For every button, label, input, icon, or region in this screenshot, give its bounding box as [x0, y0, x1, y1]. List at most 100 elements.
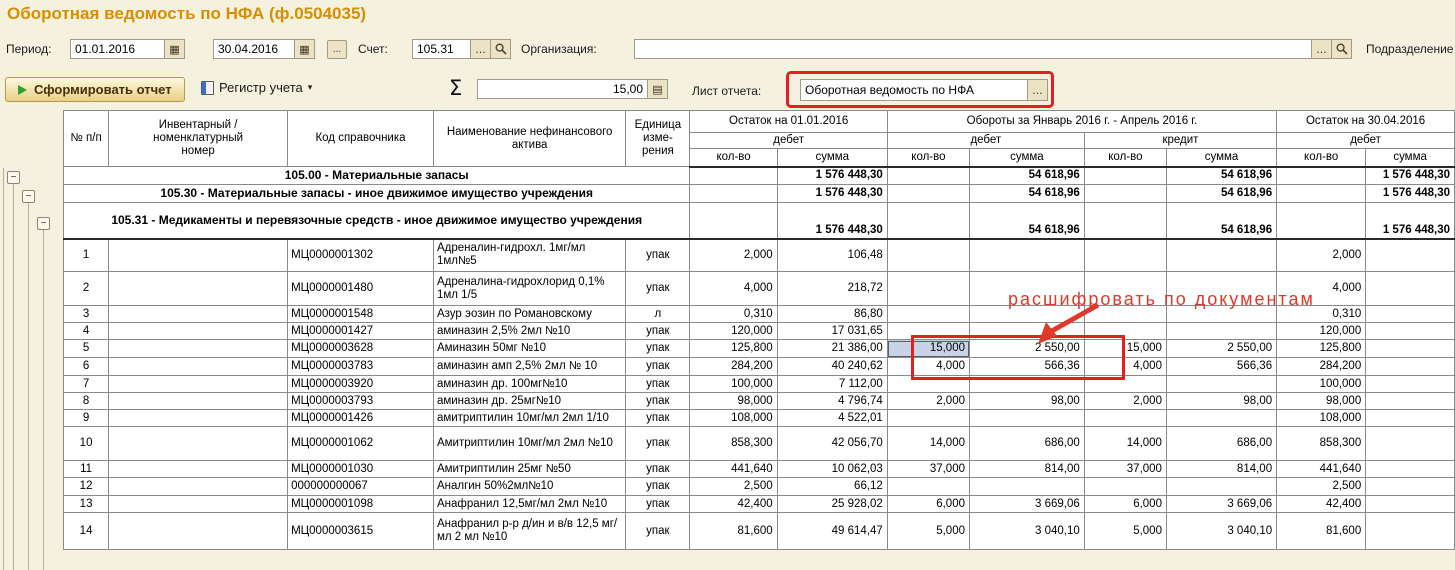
- cell-debit_qty[interactable]: [887, 323, 969, 340]
- cell-debit_qty[interactable]: 37,000: [887, 461, 969, 478]
- cell-num[interactable]: 6: [64, 358, 109, 376]
- cell-code[interactable]: МЦ0000001098: [288, 496, 434, 513]
- period-to-input[interactable]: [214, 40, 294, 58]
- cell-closing_sum[interactable]: [1366, 272, 1455, 306]
- cell-name[interactable]: аминазин амп 2,5% 2мл № 10: [433, 358, 625, 376]
- cell-opening_qty[interactable]: 42,400: [690, 496, 777, 513]
- col-header-sum[interactable]: сумма: [1366, 149, 1455, 167]
- cell-inventory[interactable]: [109, 358, 288, 376]
- search-icon[interactable]: [490, 40, 510, 58]
- cell-credit_qty[interactable]: 15,000: [1084, 340, 1166, 358]
- col-header-sum[interactable]: сумма: [970, 149, 1085, 167]
- collapse-icon[interactable]: −: [37, 217, 50, 230]
- cell-name[interactable]: аминазин 2,5% 2мл №10: [433, 323, 625, 340]
- group-empty-cell[interactable]: [690, 167, 777, 185]
- cell-opening_qty[interactable]: 98,000: [690, 393, 777, 410]
- group-row[interactable]: 105.31 - Медикаменты и перевязочные сред…: [64, 203, 1455, 239]
- cell-num[interactable]: 3: [64, 306, 109, 323]
- cell-closing_qty[interactable]: 2,500: [1277, 478, 1366, 496]
- cell-credit_sum[interactable]: 566,36: [1166, 358, 1276, 376]
- table-row[interactable]: 12000000000067Аналгин 50%2мл№10упак2,500…: [64, 478, 1455, 496]
- col-header-unit[interactable]: Единица изме- рения: [626, 111, 690, 167]
- cell-opening_sum[interactable]: 17 031,65: [777, 323, 887, 340]
- cell-opening_qty[interactable]: 2,000: [690, 239, 777, 272]
- cell-opening_sum[interactable]: 86,80: [777, 306, 887, 323]
- table-row[interactable]: 11МЦ0000001030Амитриптилин 25мг №50упак4…: [64, 461, 1455, 478]
- cell-opening_sum[interactable]: 40 240,62: [777, 358, 887, 376]
- cell-opening_sum[interactable]: 7 112,00: [777, 376, 887, 393]
- cell-debit_qty[interactable]: 2,000: [887, 393, 969, 410]
- cell-code[interactable]: МЦ0000003628: [288, 340, 434, 358]
- cell-num[interactable]: 10: [64, 427, 109, 461]
- col-header-inventory[interactable]: Инвентарный / номенклатурный номер: [109, 111, 288, 167]
- group-closing_sum-cell[interactable]: 1 576 448,30: [1366, 203, 1455, 239]
- cell-opening_sum[interactable]: 4 522,01: [777, 410, 887, 427]
- table-row[interactable]: 1МЦ0000001302Адреналин-гидрохл. 1мг/мл 1…: [64, 239, 1455, 272]
- cell-debit_sum[interactable]: [970, 478, 1085, 496]
- cell-unit[interactable]: упак: [626, 427, 690, 461]
- cell-debit_sum[interactable]: [970, 376, 1085, 393]
- cell-debit_sum[interactable]: 814,00: [970, 461, 1085, 478]
- period-ellipsis-button[interactable]: ...: [327, 40, 347, 59]
- organization-input[interactable]: [635, 40, 1311, 58]
- cell-credit_sum[interactable]: 814,00: [1166, 461, 1276, 478]
- cell-debit_qty[interactable]: [887, 410, 969, 427]
- cell-credit_qty[interactable]: [1084, 410, 1166, 427]
- table-row[interactable]: 14МЦ0000003615Анафранил р-р д/ин и в/в 1…: [64, 513, 1455, 550]
- table-row[interactable]: 10МЦ0000001062Амитриптилин 10мг/мл 2мл №…: [64, 427, 1455, 461]
- cell-name[interactable]: Адреналин-гидрохл. 1мг/мл 1мл№5: [433, 239, 625, 272]
- sheet-ellipsis-button[interactable]: ...: [1027, 80, 1047, 100]
- cell-code[interactable]: МЦ0000001062: [288, 427, 434, 461]
- col-header-num[interactable]: № п/п: [64, 111, 109, 167]
- col-header-qty[interactable]: кол-во: [690, 149, 777, 167]
- cell-closing_sum[interactable]: [1366, 461, 1455, 478]
- group-credit_sum-cell[interactable]: 54 618,96: [1166, 203, 1276, 239]
- cell-name[interactable]: Азур эозин по Романовскому: [433, 306, 625, 323]
- collapse-icon[interactable]: −: [22, 190, 35, 203]
- cell-debit_qty[interactable]: 14,000: [887, 427, 969, 461]
- cell-name[interactable]: Адреналина-гидрохлорид 0,1% 1мл 1/5: [433, 272, 625, 306]
- cell-code[interactable]: МЦ0000001548: [288, 306, 434, 323]
- cell-opening_qty[interactable]: 125,800: [690, 340, 777, 358]
- cell-code[interactable]: МЦ0000001426: [288, 410, 434, 427]
- group-empty-cell[interactable]: [1277, 185, 1366, 203]
- cell-closing_qty[interactable]: 100,000: [1277, 376, 1366, 393]
- cell-unit[interactable]: упак: [626, 478, 690, 496]
- cell-opening_qty[interactable]: 2,500: [690, 478, 777, 496]
- cell-closing_sum[interactable]: [1366, 478, 1455, 496]
- cell-closing_qty[interactable]: 284,200: [1277, 358, 1366, 376]
- cell-credit_sum[interactable]: [1166, 376, 1276, 393]
- cell-opening_qty[interactable]: 120,000: [690, 323, 777, 340]
- cell-unit[interactable]: упак: [626, 239, 690, 272]
- cell-num[interactable]: 9: [64, 410, 109, 427]
- cell-opening_qty[interactable]: 100,000: [690, 376, 777, 393]
- cell-num[interactable]: 2: [64, 272, 109, 306]
- cell-unit[interactable]: л: [626, 306, 690, 323]
- search-icon[interactable]: [1331, 40, 1351, 58]
- cell-credit_qty[interactable]: 6,000: [1084, 496, 1166, 513]
- cell-unit[interactable]: упак: [626, 272, 690, 306]
- table-row[interactable]: 7МЦ0000003920аминазин др. 100мг№10упак10…: [64, 376, 1455, 393]
- cell-inventory[interactable]: [109, 306, 288, 323]
- cell-code[interactable]: МЦ0000001302: [288, 239, 434, 272]
- cell-code[interactable]: МЦ0000001030: [288, 461, 434, 478]
- cell-code[interactable]: 000000000067: [288, 478, 434, 496]
- cell-unit[interactable]: упак: [626, 410, 690, 427]
- col-header-qty[interactable]: кол-во: [887, 149, 969, 167]
- cell-code[interactable]: МЦ0000001480: [288, 272, 434, 306]
- group-empty-cell[interactable]: [690, 203, 777, 239]
- cell-debit_sum[interactable]: 3 040,10: [970, 513, 1085, 550]
- cell-opening_qty[interactable]: 81,600: [690, 513, 777, 550]
- cell-debit_sum[interactable]: 98,00: [970, 393, 1085, 410]
- cell-code[interactable]: МЦ0000003783: [288, 358, 434, 376]
- cell-closing_qty[interactable]: 125,800: [1277, 340, 1366, 358]
- cell-closing_qty[interactable]: 120,000: [1277, 323, 1366, 340]
- cell-closing_sum[interactable]: [1366, 323, 1455, 340]
- cell-unit[interactable]: упак: [626, 376, 690, 393]
- cell-credit_qty[interactable]: [1084, 376, 1166, 393]
- table-row[interactable]: 4МЦ0000001427аминазин 2,5% 2мл №10упак12…: [64, 323, 1455, 340]
- cell-inventory[interactable]: [109, 393, 288, 410]
- cell-closing_sum[interactable]: [1366, 393, 1455, 410]
- group-debit_sum-cell[interactable]: 54 618,96: [970, 203, 1085, 239]
- cell-debit_qty[interactable]: [887, 306, 969, 323]
